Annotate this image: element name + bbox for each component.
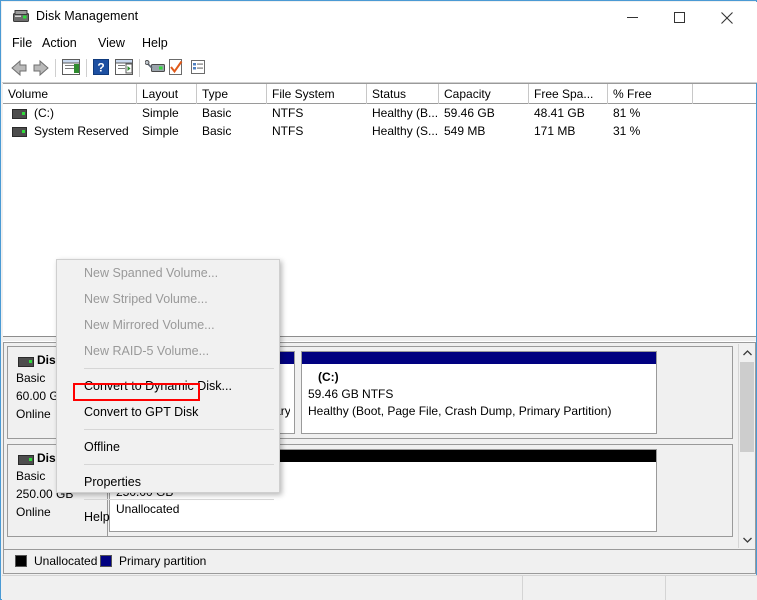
- cell-volume: (C:): [34, 106, 54, 120]
- menu-action[interactable]: Action: [40, 35, 79, 52]
- scrollbar-thumb[interactable]: [740, 362, 754, 452]
- rescan-disks-icon[interactable]: [144, 58, 167, 78]
- disk-type: Basic: [16, 371, 46, 385]
- menu-separator: [84, 464, 274, 465]
- column-header-spacer[interactable]: [693, 84, 756, 104]
- disk-state: Online: [16, 407, 51, 421]
- menu-item-new-mirrored-volume: New Mirrored Volume...: [84, 318, 215, 332]
- toolbar-separator: [86, 59, 87, 77]
- column-header-layout[interactable]: Layout: [137, 84, 197, 104]
- cell-volume: System Reserved: [34, 124, 129, 138]
- show-hide-action-pane-icon[interactable]: [114, 58, 136, 78]
- status-bar: [2, 575, 757, 600]
- disk-icon: [18, 357, 34, 367]
- table-row[interactable]: System Reserved Simple Basic NTFS Health…: [3, 122, 756, 140]
- properties-list-icon[interactable]: [189, 58, 211, 78]
- scroll-up-arrow-icon[interactable]: [739, 344, 755, 361]
- svg-text:?: ?: [97, 61, 104, 75]
- menu-item-offline[interactable]: Offline: [57, 434, 279, 460]
- legend-bar: Unallocated Primary partition: [3, 550, 756, 574]
- column-header-capacity[interactable]: Capacity: [439, 84, 529, 104]
- volume-icon: [12, 127, 27, 137]
- disk-icon: [18, 455, 34, 465]
- show-hide-console-tree-icon[interactable]: [61, 58, 83, 78]
- help-icon[interactable]: ?: [92, 58, 114, 78]
- toolbar-separator: [139, 59, 140, 77]
- status-segment-1: [2, 576, 522, 600]
- disk-management-icon: [13, 10, 29, 24]
- column-header-status[interactable]: Status: [367, 84, 439, 104]
- column-header-volume[interactable]: Volume: [3, 84, 137, 104]
- cell-layout: Simple: [142, 106, 179, 120]
- check-icon[interactable]: [167, 58, 189, 78]
- table-row[interactable]: (C:) Simple Basic NTFS Healthy (B... 59.…: [3, 104, 756, 122]
- cell-file-system: NTFS: [272, 106, 304, 120]
- back-icon[interactable]: [8, 58, 30, 78]
- close-button[interactable]: [704, 3, 749, 32]
- disk-context-menu: New Spanned Volume... New Striped Volume…: [56, 259, 280, 524]
- legend-swatch-primary-partition: [100, 555, 112, 567]
- volume-icon: [12, 109, 27, 119]
- column-header-file-system[interactable]: File System: [267, 84, 367, 104]
- cell-type: Basic: [202, 106, 232, 120]
- toolbar-separator: [55, 59, 56, 77]
- menu-item-new-spanned-volume: New Spanned Volume...: [84, 266, 219, 280]
- menu-view[interactable]: View: [96, 35, 127, 52]
- menu-item-new-raid5-volume: New RAID-5 Volume...: [84, 344, 210, 358]
- menu-separator: [84, 368, 274, 369]
- cell-file-system: NTFS: [272, 124, 304, 138]
- volume-list-header: Volume Layout Type File System Status Ca…: [3, 83, 756, 104]
- minimize-button[interactable]: [610, 3, 655, 32]
- cell-percent-free: 81 %: [613, 106, 641, 120]
- legend-label-unallocated: Unallocated: [34, 554, 98, 568]
- disk-view-scrollbar[interactable]: [738, 344, 754, 548]
- column-header-type[interactable]: Type: [197, 84, 267, 104]
- volume-list-rows: (C:) Simple Basic NTFS Healthy (B... 59.…: [3, 104, 756, 140]
- cell-status: Healthy (S...: [372, 124, 439, 138]
- title-bar: Disk Management: [2, 2, 757, 32]
- menu-item-help[interactable]: Help: [57, 504, 279, 530]
- cell-layout: Simple: [142, 124, 179, 138]
- maximize-button[interactable]: [657, 3, 702, 32]
- partition-size: 59.46 GB NTFS: [308, 387, 394, 401]
- menu-item-convert-to-dynamic-disk[interactable]: Convert to Dynamic Disk...: [57, 373, 279, 399]
- window-title: Disk Management: [36, 9, 139, 23]
- partition-c-drive[interactable]: (C:) 59.46 GB NTFS Healthy (Boot, Page F…: [301, 351, 657, 434]
- cell-status: Healthy (B...: [372, 106, 439, 120]
- cell-percent-free: 31 %: [613, 124, 641, 138]
- cell-capacity: 59.46 GB: [444, 106, 495, 120]
- partition-label: (C:): [318, 370, 339, 384]
- column-header-percent-free[interactable]: % Free: [608, 84, 693, 104]
- disk-state: Online: [16, 505, 51, 519]
- disk-management-window: Disk Management File Action View Help ? …: [0, 0, 757, 600]
- menu-item-new-striped-volume: New Striped Volume...: [84, 292, 208, 306]
- column-header-free-space[interactable]: Free Spa...: [529, 84, 608, 104]
- scroll-down-arrow-icon[interactable]: [739, 531, 755, 548]
- toolbar: ?: [2, 54, 757, 83]
- menu-item-convert-to-gpt-disk[interactable]: Convert to GPT Disk: [57, 399, 279, 425]
- menu-separator: [84, 429, 274, 430]
- partition-color-bar: [302, 352, 656, 364]
- menu-item-properties[interactable]: Properties: [57, 469, 279, 495]
- legend-label-primary-partition: Primary partition: [119, 554, 207, 568]
- status-segment-3: [665, 576, 757, 600]
- cell-free-space: 48.41 GB: [534, 106, 585, 120]
- cell-type: Basic: [202, 124, 232, 138]
- legend-swatch-unallocated: [15, 555, 27, 567]
- menu-separator: [84, 499, 274, 500]
- cell-capacity: 549 MB: [444, 124, 486, 138]
- partition-status: Healthy (Boot, Page File, Crash Dump, Pr…: [308, 404, 612, 418]
- menu-bar: File Action View Help: [2, 32, 757, 54]
- disk-type: Basic: [16, 469, 46, 483]
- status-segment-2: [522, 576, 665, 600]
- menu-help[interactable]: Help: [140, 35, 170, 52]
- forward-icon[interactable]: [30, 58, 52, 78]
- cell-free-space: 171 MB: [534, 124, 576, 138]
- menu-file[interactable]: File: [10, 35, 34, 52]
